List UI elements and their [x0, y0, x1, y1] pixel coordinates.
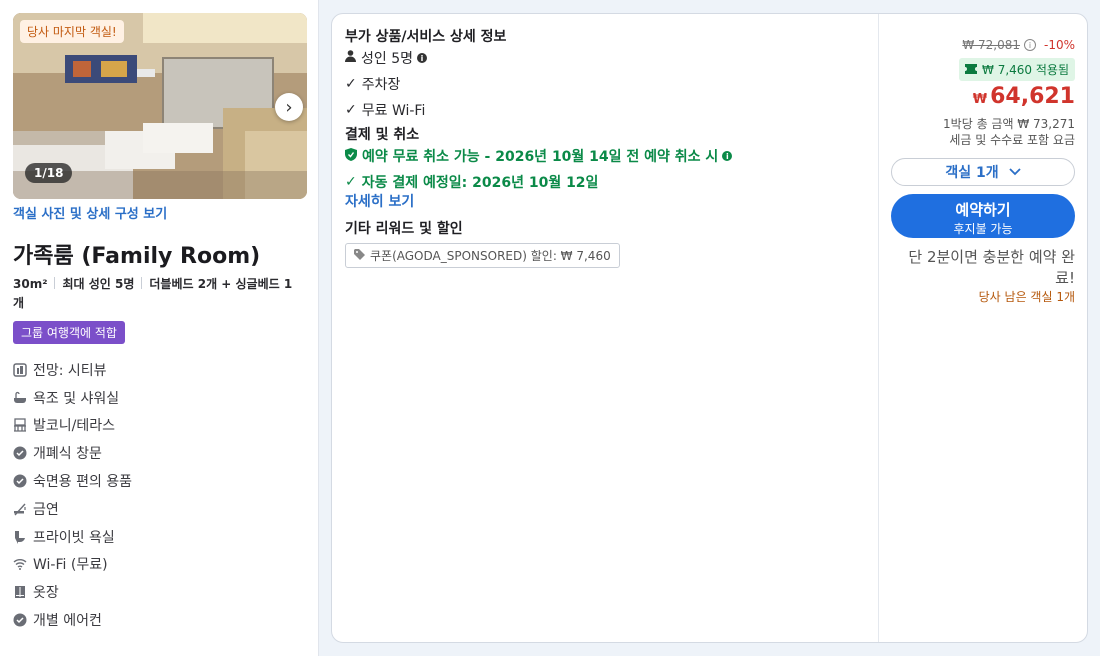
price-column: ₩ 72,081 i -10% ₩ 7,460 적용됨 ₩ 64,621 1박당…: [879, 14, 1087, 642]
details-column: 부가 상품/서비스 상세 정보 성인 5명 i ✓ 주차장 ✓ 무료 Wi-Fi…: [332, 14, 879, 642]
amenity-item: Wi-Fi (무료): [13, 551, 132, 579]
amenity-item: 개별 에어컨: [13, 606, 132, 634]
room-specs: 30m² 최대 성인 5명 더블베드 2개 + 싱글베드 1개: [13, 275, 303, 313]
coupon-badge: 쿠폰(AGODA_SPONSORED) 할인: ₩ 7,460: [345, 243, 620, 268]
amenity-item: 숙면용 편의 용품: [13, 467, 132, 495]
per-night-total: 1박당 총 금액 ₩ 73,271: [943, 117, 1075, 131]
check-icon: ✓: [345, 174, 357, 190]
next-photo-button[interactable]: ›: [275, 93, 303, 121]
discount-badge: -10%: [1043, 38, 1075, 52]
check-icon: ✓: [345, 102, 357, 118]
book-button-sublabel: 후지불 가능: [953, 222, 1013, 236]
city-view-icon: [13, 363, 27, 377]
extras-title: 부가 상품/서비스 상세 정보: [345, 29, 507, 45]
free-cancel-row: 예약 무료 취소 가능 - 2026년 10월 14일 전 예약 취소 시 i: [345, 146, 733, 166]
auto-pay-row: ✓ 자동 결제 예정일: 2026년 10월 12일: [345, 172, 598, 192]
check-circle-icon: [13, 474, 27, 488]
shield-check-icon: [345, 147, 357, 165]
tax-note: 세금 및 수수료 포함 요금: [949, 133, 1075, 147]
book-button-label: 예약하기: [955, 201, 1011, 219]
room-count-label: 객실 1개: [945, 165, 999, 181]
auto-pay-label: 자동 결제 예정일: 2026년 10월 12일: [361, 175, 599, 191]
bathtub-icon: [13, 391, 27, 405]
applied-discount-badge: ₩ 7,460 적용됨: [959, 58, 1075, 81]
room-count-select[interactable]: 객실 1개: [891, 158, 1075, 186]
group-traveler-badge: 그룹 여행객에 적합: [13, 321, 125, 344]
room-size: 30m²: [13, 277, 48, 291]
balcony-icon: [13, 418, 27, 433]
amenity-item: 개폐식 창문: [13, 439, 132, 467]
currency-symbol: ₩: [972, 92, 988, 107]
urgency-message: 단 2분이면 충분한 예약 완료!: [908, 248, 1075, 287]
amenity-item: 욕조 및 샤워실: [13, 384, 132, 412]
amenity-list: 전망: 시티뷰 욕조 및 샤워실 발코니/테라스 개폐식 창문 숙면용 편의 용…: [13, 356, 132, 634]
price-amount: 64,621: [990, 84, 1075, 109]
room-photo[interactable]: 당사 마지막 객실! 1/18 ›: [13, 13, 307, 199]
payment-title: 결제 및 취소: [345, 127, 420, 143]
check-circle-icon: [13, 446, 27, 460]
book-button[interactable]: 예약하기 후지불 가능: [891, 194, 1075, 238]
amenity-item: 발코니/테라스: [13, 412, 132, 440]
room-occupancy: 최대 성인 5명: [62, 277, 135, 291]
chevron-down-icon: [1008, 164, 1021, 180]
last-room-badge: 당사 마지막 객실!: [20, 20, 124, 43]
tag-icon: [354, 248, 365, 263]
rooms-left-note: 당사 남은 객실 1개: [978, 290, 1075, 304]
wifi-icon: [13, 557, 27, 571]
photo-counter: 1/18: [25, 163, 73, 183]
parking-label: 주차장: [361, 77, 401, 93]
wifi-row: ✓ 무료 Wi-Fi: [345, 100, 425, 120]
adults-label: 성인 5명: [361, 51, 413, 67]
amenity-item: 프라이빗 욕실: [13, 523, 132, 551]
no-smoking-icon: [13, 502, 27, 516]
air-conditioner-icon: [13, 613, 27, 627]
rewards-title: 기타 리워드 및 할인: [345, 221, 463, 237]
photo-details-link[interactable]: 객실 사진 및 상세 구성 보기: [13, 203, 167, 222]
toilet-icon: [13, 530, 27, 544]
parking-row: ✓ 주차장: [345, 74, 400, 94]
wardrobe-icon: [13, 585, 27, 599]
applied-label: ₩ 7,460 적용됨: [982, 63, 1069, 77]
ticket-icon: [965, 63, 978, 77]
check-icon: ✓: [345, 76, 357, 92]
wifi-label: 무료 Wi-Fi: [361, 103, 426, 119]
person-icon: [345, 50, 356, 66]
info-icon[interactable]: i: [722, 151, 733, 161]
amenity-item: 전망: 시티뷰: [13, 356, 132, 384]
original-price: ₩ 72,081: [962, 38, 1020, 52]
adults-row: 성인 5명 i: [345, 48, 427, 68]
free-cancel-label: 예약 무료 취소 가능 - 2026년 10월 14일 전 예약 취소 시: [362, 149, 719, 165]
chevron-right-icon: ›: [285, 96, 293, 118]
info-icon[interactable]: i: [1023, 39, 1036, 51]
amenity-item: 옷장: [13, 578, 132, 606]
more-details-link[interactable]: 자세히 보기: [345, 191, 414, 211]
amenity-item: 금연: [13, 495, 132, 523]
room-title: 가족룸 (Family Room): [13, 244, 261, 269]
original-price-row: ₩ 72,081 i -10%: [962, 38, 1075, 52]
room-card: 당사 마지막 객실! 1/18 › 객실 사진 및 상세 구성 보기 가족룸 (…: [0, 0, 319, 656]
booking-panel: 부가 상품/서비스 상세 정보 성인 5명 i ✓ 주차장 ✓ 무료 Wi-Fi…: [331, 13, 1088, 643]
coupon-label: 쿠폰(AGODA_SPONSORED) 할인: ₩ 7,460: [370, 249, 611, 263]
info-icon[interactable]: i: [417, 53, 427, 63]
price-display: ₩ 64,621: [973, 84, 1075, 109]
